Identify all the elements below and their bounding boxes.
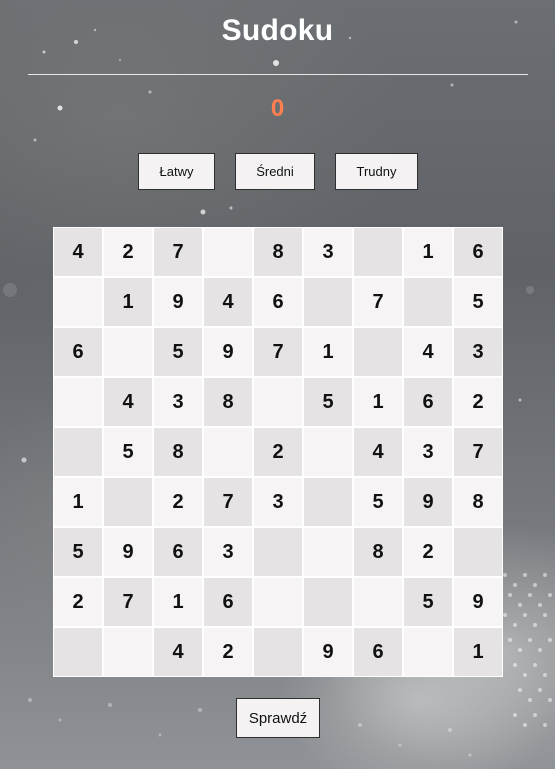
sudoku-cell[interactable]: 6 <box>454 228 502 276</box>
sudoku-cell[interactable]: 7 <box>104 578 152 626</box>
sudoku-cell[interactable]: 9 <box>454 578 502 626</box>
sudoku-cell[interactable] <box>304 528 352 576</box>
sudoku-cell[interactable]: 5 <box>454 278 502 326</box>
sudoku-cell[interactable]: 2 <box>154 478 202 526</box>
sudoku-cell[interactable]: 1 <box>354 378 402 426</box>
sudoku-cell[interactable] <box>354 578 402 626</box>
sudoku-cell[interactable]: 1 <box>404 228 452 276</box>
sudoku-cell[interactable] <box>104 628 152 676</box>
sudoku-cell[interactable] <box>254 528 302 576</box>
sudoku-cell[interactable]: 5 <box>154 328 202 376</box>
sudoku-cell[interactable] <box>254 628 302 676</box>
sudoku-cell[interactable]: 3 <box>254 478 302 526</box>
sudoku-cell[interactable] <box>304 428 352 476</box>
sudoku-cell[interactable]: 8 <box>354 528 402 576</box>
sudoku-cell[interactable]: 7 <box>154 228 202 276</box>
sudoku-cell[interactable] <box>254 378 302 426</box>
sudoku-cell[interactable]: 9 <box>104 528 152 576</box>
sudoku-cell[interactable]: 6 <box>154 528 202 576</box>
sudoku-cell[interactable] <box>54 278 102 326</box>
page-title: Sudoku <box>221 14 334 47</box>
sudoku-cell[interactable]: 5 <box>104 428 152 476</box>
sudoku-cell[interactable]: 2 <box>454 378 502 426</box>
sudoku-cell[interactable]: 3 <box>304 228 352 276</box>
difficulty-medium-button[interactable]: Średni <box>235 153 315 190</box>
sudoku-cell[interactable] <box>54 428 102 476</box>
sudoku-cell[interactable]: 2 <box>104 228 152 276</box>
sudoku-cell[interactable]: 4 <box>354 428 402 476</box>
sudoku-cell[interactable]: 9 <box>404 478 452 526</box>
sudoku-cell[interactable] <box>254 578 302 626</box>
sudoku-cell[interactable]: 8 <box>454 478 502 526</box>
sudoku-cell[interactable] <box>404 628 452 676</box>
score-display: 0 <box>270 95 285 122</box>
sudoku-cell[interactable]: 7 <box>204 478 252 526</box>
sudoku-cell[interactable]: 2 <box>204 628 252 676</box>
sudoku-cell[interactable]: 7 <box>354 278 402 326</box>
sudoku-cell[interactable] <box>354 228 402 276</box>
difficulty-easy-button[interactable]: Łatwy <box>138 153 215 190</box>
sudoku-cell[interactable]: 6 <box>204 578 252 626</box>
sudoku-cell[interactable]: 4 <box>154 628 202 676</box>
sudoku-cell[interactable] <box>304 578 352 626</box>
sudoku-cell[interactable]: 2 <box>404 528 452 576</box>
sudoku-cell[interactable]: 7 <box>254 328 302 376</box>
sudoku-cell[interactable]: 1 <box>54 478 102 526</box>
sudoku-cell[interactable]: 3 <box>204 528 252 576</box>
sudoku-cell[interactable] <box>454 528 502 576</box>
sudoku-cell[interactable]: 3 <box>154 378 202 426</box>
sudoku-cell[interactable]: 8 <box>154 428 202 476</box>
sudoku-cell[interactable] <box>104 328 152 376</box>
sudoku-cell[interactable]: 5 <box>354 478 402 526</box>
sudoku-cell[interactable]: 4 <box>204 278 252 326</box>
sudoku-cell[interactable]: 8 <box>204 378 252 426</box>
sudoku-cell[interactable]: 9 <box>154 278 202 326</box>
sudoku-cell[interactable] <box>354 328 402 376</box>
sudoku-cell[interactable]: 4 <box>54 228 102 276</box>
sudoku-cell[interactable]: 5 <box>304 378 352 426</box>
sudoku-cell[interactable]: 6 <box>54 328 102 376</box>
sudoku-cell[interactable]: 1 <box>304 328 352 376</box>
sudoku-cell[interactable] <box>104 478 152 526</box>
sudoku-cell[interactable]: 1 <box>454 628 502 676</box>
sudoku-cell[interactable]: 1 <box>154 578 202 626</box>
sudoku-cell[interactable]: 3 <box>454 328 502 376</box>
sudoku-cell[interactable]: 6 <box>254 278 302 326</box>
sudoku-cell[interactable]: 4 <box>404 328 452 376</box>
sudoku-cell[interactable] <box>404 278 452 326</box>
sudoku-cell[interactable] <box>54 628 102 676</box>
sudoku-cell[interactable]: 1 <box>104 278 152 326</box>
sudoku-cell[interactable]: 5 <box>54 528 102 576</box>
sudoku-cell[interactable]: 2 <box>54 578 102 626</box>
sudoku-cell[interactable]: 6 <box>404 378 452 426</box>
sudoku-cell[interactable] <box>204 228 252 276</box>
sudoku-cell[interactable] <box>304 278 352 326</box>
sudoku-cell[interactable]: 8 <box>254 228 302 276</box>
sudoku-cell[interactable] <box>304 478 352 526</box>
sudoku-cell[interactable]: 6 <box>354 628 402 676</box>
sudoku-cell[interactable]: 4 <box>104 378 152 426</box>
title-divider <box>28 74 528 75</box>
sudoku-cell[interactable]: 9 <box>304 628 352 676</box>
sudoku-cell[interactable]: 9 <box>204 328 252 376</box>
sudoku-cell[interactable] <box>54 378 102 426</box>
sudoku-cell[interactable]: 5 <box>404 578 452 626</box>
sudoku-board: 4278316194675659714343851625824371273598… <box>53 227 503 677</box>
difficulty-hard-button[interactable]: Trudny <box>335 153 418 190</box>
sudoku-cell[interactable]: 3 <box>404 428 452 476</box>
check-button[interactable]: Sprawdź <box>236 698 320 738</box>
sudoku-cell[interactable]: 2 <box>254 428 302 476</box>
sudoku-cell[interactable] <box>204 428 252 476</box>
sudoku-cell[interactable]: 7 <box>454 428 502 476</box>
